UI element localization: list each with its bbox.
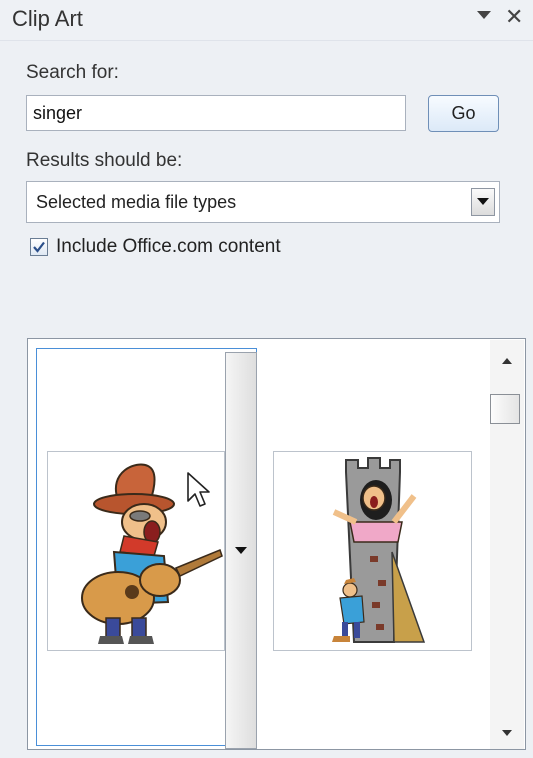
chevron-down-icon[interactable] <box>471 188 495 216</box>
include-office-label: Include Office.com content <box>56 236 281 257</box>
scroll-thumb[interactable] <box>490 394 520 424</box>
media-type-select[interactable]: Selected media file types <box>26 181 500 223</box>
mouse-pointer-icon <box>186 471 212 514</box>
triangle-down-icon <box>235 546 247 554</box>
scroll-up-icon[interactable] <box>490 344 524 378</box>
results-filter-label: Results should be: <box>26 150 183 171</box>
checkmark-icon <box>33 241 45 253</box>
pane-title: Clip Art <box>12 6 83 31</box>
pane-title-bar: Clip Art ✕ <box>0 0 533 41</box>
item-options-dropdown[interactable] <box>225 352 257 749</box>
tower-singer-clipart[interactable] <box>273 451 472 651</box>
go-button[interactable]: Go <box>428 95 499 132</box>
search-label: Search for: <box>26 62 119 83</box>
scroll-down-icon[interactable] <box>490 716 524 749</box>
include-office-toggle[interactable]: Include Office.com content <box>30 235 281 259</box>
media-type-selected-value: Selected media file types <box>36 192 237 212</box>
include-office-checkbox[interactable] <box>30 238 48 256</box>
close-icon[interactable]: ✕ <box>505 4 523 30</box>
search-input[interactable] <box>26 95 406 131</box>
clip-art-pane: Clip Art ✕ Search for: Go Results should… <box>0 0 533 758</box>
result-item-selected[interactable] <box>36 348 257 746</box>
results-grid <box>27 338 526 750</box>
pane-options-icon[interactable] <box>476 4 492 30</box>
results-scrollbar[interactable] <box>490 340 524 749</box>
